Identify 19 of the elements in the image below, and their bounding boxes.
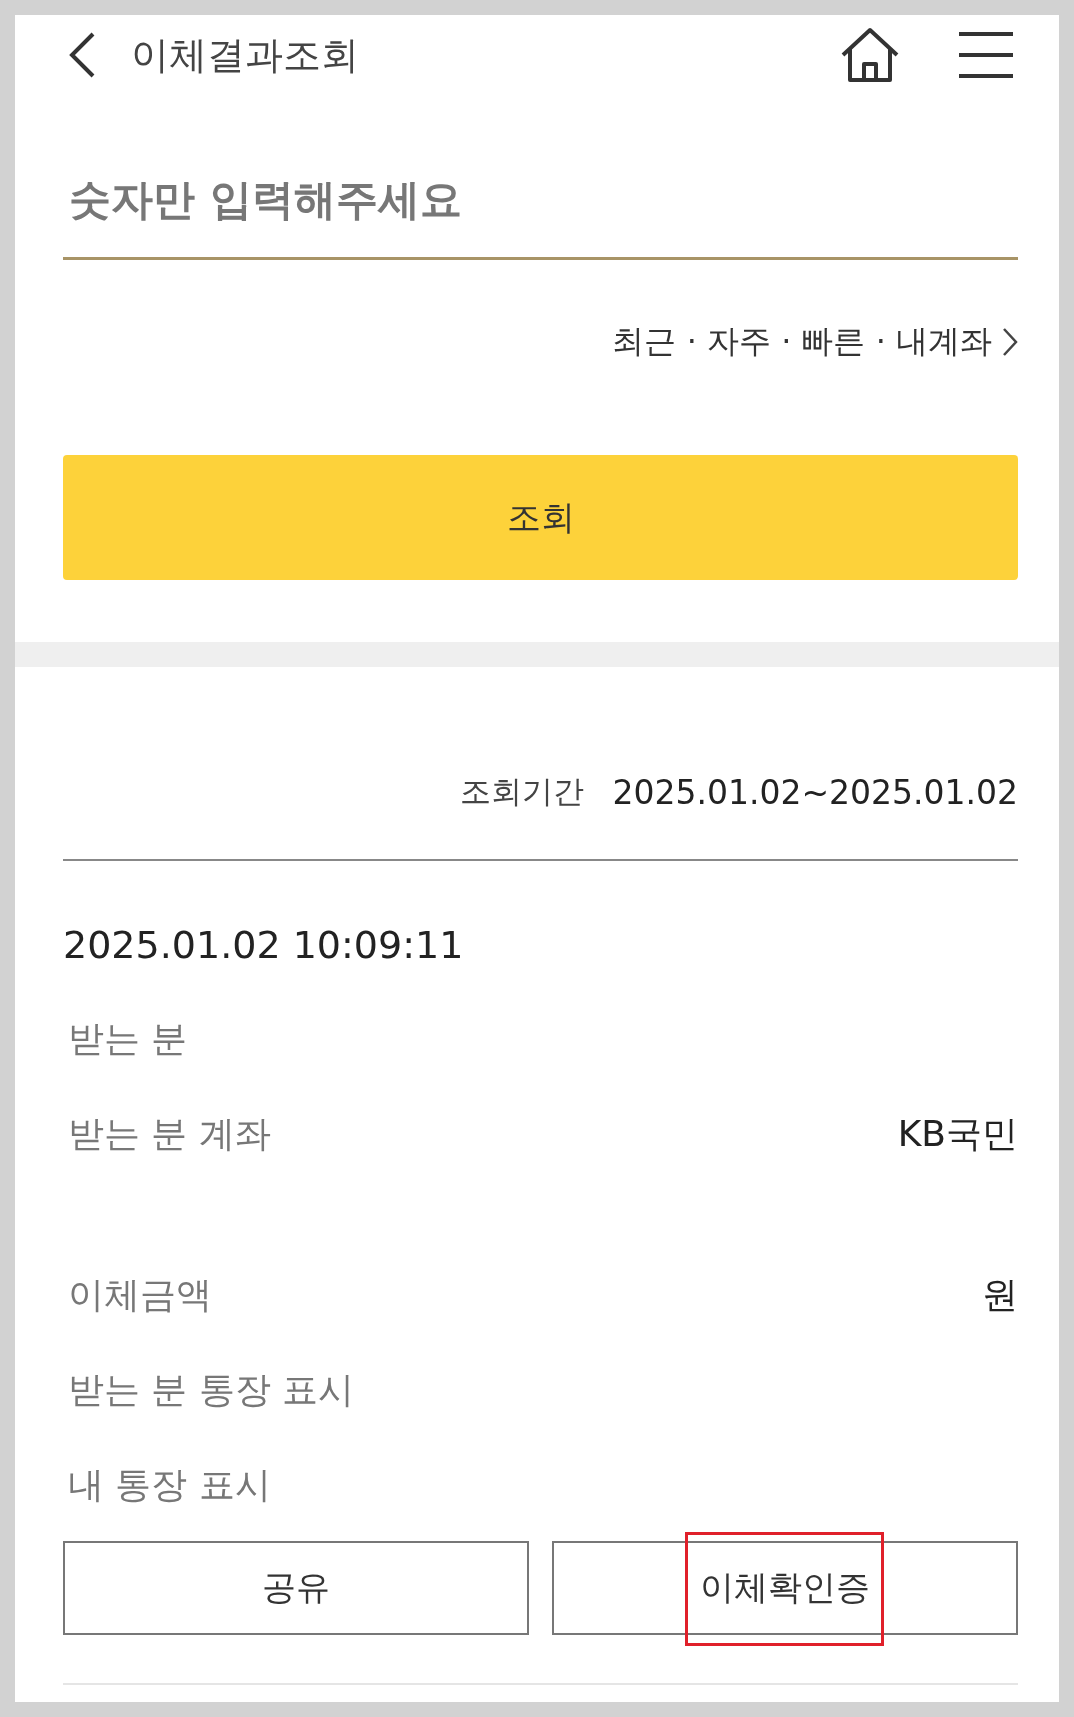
quick-links-link[interactable]: 최근 · 자주 · 빠른 · 내계좌: [612, 320, 992, 364]
menu-icon[interactable]: [957, 30, 1015, 80]
chevron-right-icon[interactable]: [1002, 327, 1018, 357]
field-value: KB국민: [897, 1112, 1018, 1156]
period-value: 2025.01.02~2025.01.02: [612, 772, 1018, 812]
transfer-datetime: 2025.01.02 10:09:11: [63, 923, 465, 967]
field-value: 원: [982, 1273, 1018, 1317]
certificate-button[interactable]: 이체확인증: [552, 1541, 1018, 1635]
field-label: 내 통장 표시: [67, 1463, 271, 1507]
page-title: 이체결과조회: [131, 31, 359, 79]
field-label: 이체금액: [67, 1273, 212, 1317]
field-label: 받는 분: [67, 1017, 188, 1061]
share-button[interactable]: 공유: [63, 1541, 529, 1635]
period-label: 조회기간: [460, 772, 585, 811]
search-button[interactable]: 조회: [63, 455, 1018, 580]
back-icon[interactable]: [67, 31, 97, 79]
field-label: 받는 분 통장 표시: [67, 1368, 355, 1412]
field-label: 받는 분 계좌: [67, 1112, 271, 1156]
home-icon[interactable]: [839, 26, 901, 84]
